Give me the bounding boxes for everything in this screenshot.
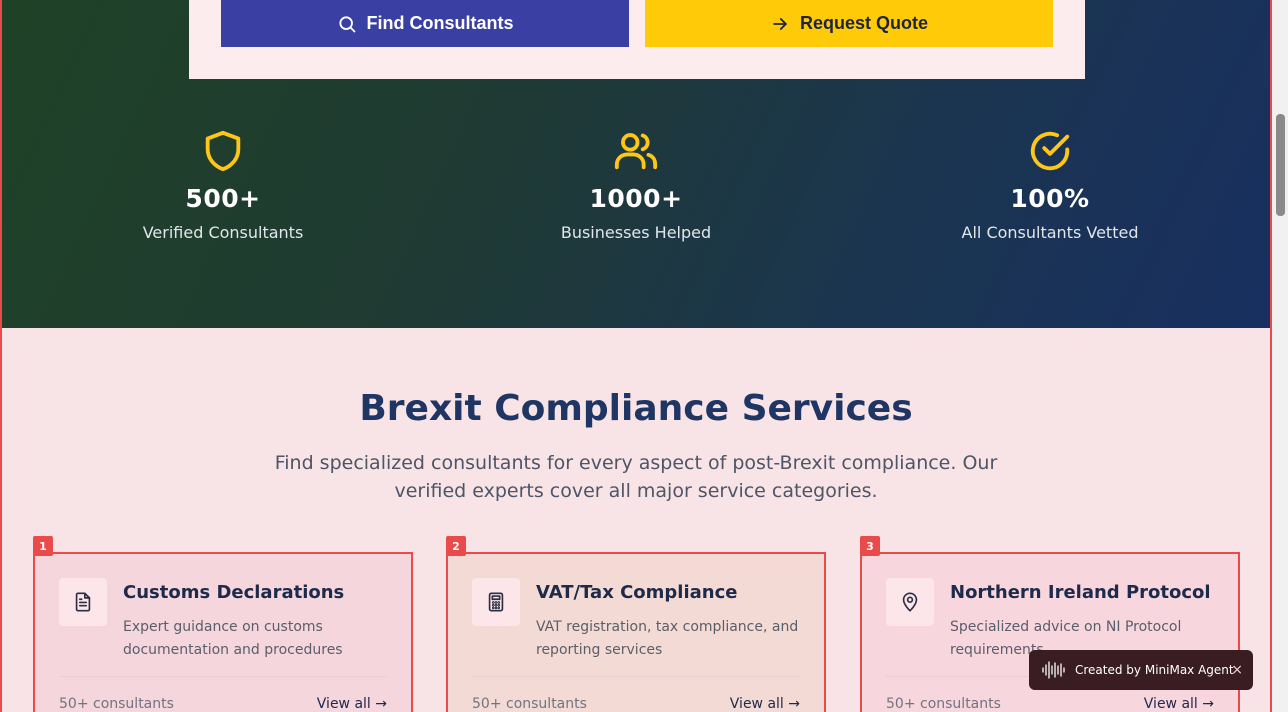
consultant-count: 50+ consultants — [886, 696, 1001, 712]
consultant-count: 50+ consultants — [59, 696, 174, 712]
view-all-link[interactable]: View all → — [317, 696, 387, 712]
request-quote-button[interactable]: Request Quote — [645, 0, 1053, 47]
services-subtitle: Find specialized consultants for every a… — [274, 452, 998, 502]
card-index-badge: 3 — [860, 536, 880, 556]
find-consultants-label: Find Consultants — [366, 13, 514, 33]
find-consultants-button[interactable]: Find Consultants — [221, 0, 629, 47]
card-index-badge: 2 — [446, 536, 466, 556]
toast-close-button[interactable]: × — [1231, 662, 1243, 678]
stat-businesses-helped: 1000+ Businesses Helped — [471, 128, 801, 242]
users-icon — [614, 133, 658, 170]
stat-label: Verified Consultants — [142, 223, 304, 242]
stat-label: Businesses Helped — [560, 223, 712, 242]
request-quote-label: Request Quote — [799, 13, 928, 33]
service-card-customs[interactable]: 1 Customs Declarations Expert guidance o… — [33, 536, 413, 712]
card-title: VAT/Tax Compliance — [536, 582, 738, 603]
arrow-right-icon — [773, 17, 787, 30]
card-divider — [59, 676, 387, 677]
view-all-link[interactable]: View all → — [1144, 696, 1214, 712]
search-icon — [338, 15, 355, 32]
stat-value: 100% — [1010, 184, 1090, 213]
card-icon-box — [59, 578, 107, 626]
card-description: VAT registration, tax compliance, and re… — [536, 619, 799, 658]
calculator-icon — [488, 592, 504, 612]
service-card-vat[interactable]: 2 VAT/Tax Compliance VAT registration, t… — [446, 536, 826, 712]
stat-value: 500+ — [185, 184, 261, 213]
scrollbar-thumb[interactable] — [1276, 114, 1285, 216]
scrollbar-track[interactable] — [1272, 0, 1288, 712]
consultant-count: 50+ consultants — [472, 696, 587, 712]
highlight-frame-right — [1270, 0, 1272, 712]
shield-icon — [205, 130, 241, 172]
waveform-icon — [1042, 661, 1065, 679]
card-index-badge: 1 — [33, 536, 53, 556]
hero-section: Find Consultants Request Quote 500+ Veri… — [0, 0, 1272, 328]
stat-consultants-vetted: 100% All Consultants Vetted — [885, 128, 1215, 242]
card-icon-box — [472, 578, 520, 626]
search-card: Find Consultants Request Quote — [189, 0, 1085, 79]
card-title: Northern Ireland Protocol — [950, 582, 1211, 603]
check-circle-icon — [1030, 131, 1070, 171]
document-icon — [75, 592, 91, 612]
toast-text: Created by MiniMax Agent — [1075, 663, 1234, 677]
stat-label: All Consultants Vetted — [961, 223, 1139, 242]
stat-value: 1000+ — [589, 184, 683, 213]
card-description: Expert guidance on customs documentation… — [123, 619, 343, 658]
card-icon-box — [886, 578, 934, 626]
card-title: Customs Declarations — [123, 582, 345, 603]
card-divider — [472, 676, 800, 677]
view-all-link[interactable]: View all → — [730, 696, 800, 712]
stat-verified-consultants: 500+ Verified Consultants — [58, 128, 388, 242]
map-pin-icon — [902, 592, 918, 612]
services-title: Brexit Compliance Services — [359, 388, 913, 429]
highlight-frame-left — [0, 0, 2, 712]
created-by-toast: Created by MiniMax Agent × — [1029, 650, 1253, 690]
